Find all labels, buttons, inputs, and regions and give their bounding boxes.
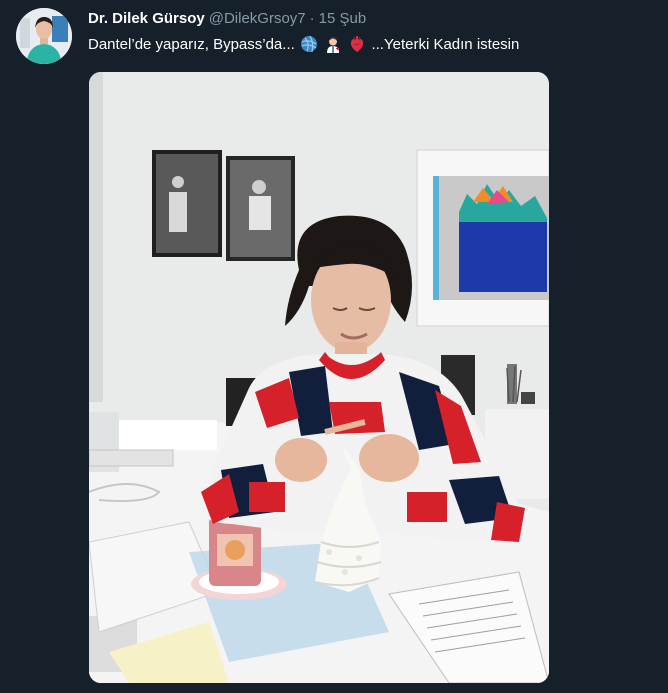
tweet[interactable]: Dr. Dilek Gürsoy @DilekGrsoy7 · 15 Şub Dant… [0, 0, 668, 693]
woman-health-worker-icon [324, 35, 342, 53]
separator-dot: · [309, 10, 315, 27]
tweet-date[interactable]: 15 Şub [319, 10, 367, 27]
tweet-header: Dr. Dilek Gürsoy @DilekGrsoy7 · 15 Şub [88, 9, 366, 29]
tweet-text-part2: ...Yeterki Kadın istesin [371, 36, 520, 53]
avatar-photo [16, 8, 72, 64]
author-name[interactable]: Dr. Dilek Gürsoy [88, 10, 205, 27]
tweet-text: Dantel’de yaparız, Bypass’da... ...Yeter… [88, 35, 519, 55]
photo-knitting-doctor-at-desk [89, 72, 549, 683]
tweet-photo[interactable] [89, 72, 549, 683]
tweet-text-part1: Dantel’de yaparız, Bypass’da... [88, 36, 295, 53]
author-avatar[interactable] [16, 8, 72, 64]
anatomical-heart-icon [348, 35, 366, 53]
yarn-ball-icon [300, 35, 318, 53]
author-handle[interactable]: @DilekGrsoy7 [209, 10, 306, 27]
